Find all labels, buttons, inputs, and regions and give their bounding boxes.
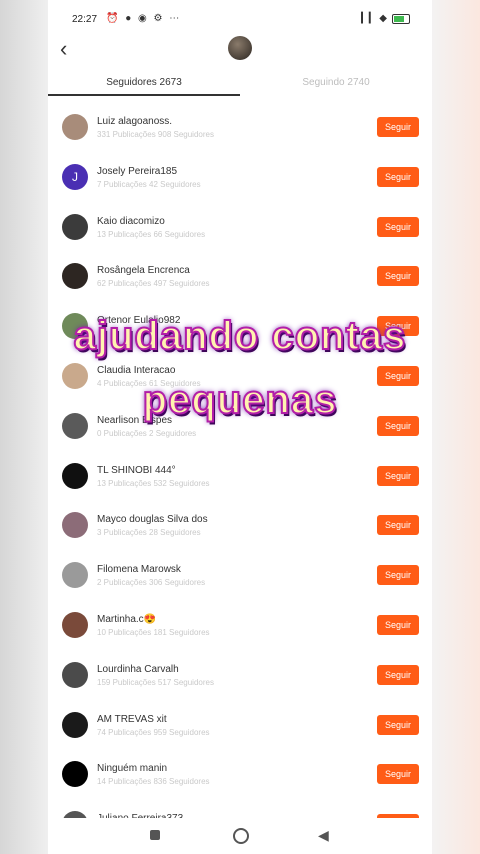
phone-screen: 22:27 ⏰ ● ◉ ⚙ ⋯ ▎▎ ◆ ‹ Seguidores 2673 S… xyxy=(48,0,432,854)
profile-avatar[interactable] xyxy=(228,36,252,60)
avatar[interactable] xyxy=(62,612,88,638)
follower-stats: 7 Publicações 42 Seguidores xyxy=(97,179,201,189)
follower-stats: 74 Publicações 959 Seguidores xyxy=(97,727,210,737)
follower-stats: 3 Publicações 28 Seguidores xyxy=(97,528,201,538)
overlay-caption-line-1: ajudando contas xyxy=(73,313,407,359)
follow-button[interactable]: Seguir xyxy=(377,216,419,237)
avatar[interactable] xyxy=(62,114,88,140)
follower-stats: 10 Publicações 181 Seguidores xyxy=(97,628,210,637)
follower-stats: 2 Publicações 306 Seguidores xyxy=(97,578,206,588)
follower-stats: 331 Publicações 908 Seguidores xyxy=(97,130,214,139)
follower-row[interactable]: Filomena Marowsk 2 Publicações 306 Seguid… xyxy=(48,548,432,598)
follow-button[interactable]: Seguir xyxy=(377,465,419,486)
follow-button[interactable]: Seguir xyxy=(377,714,419,735)
follower-name[interactable]: Martinha.c😍 xyxy=(97,614,156,625)
follower-row[interactable]: Rosângela Encrenca 62 Publicações 497 Seg… xyxy=(48,249,432,299)
avatar[interactable] xyxy=(62,562,88,589)
follower-stats: 13 Publicações 532 Seguidores xyxy=(97,478,210,488)
navigation-bar: ◀ xyxy=(48,818,432,854)
follow-button[interactable]: Seguir xyxy=(377,565,419,586)
follow-button[interactable]: Seguir xyxy=(377,266,419,287)
follow-button[interactable]: Seguir xyxy=(377,764,419,785)
avatar[interactable]: J xyxy=(62,163,88,190)
follower-row[interactable]: AM TREVAS xit 74 Publicações 959 Seguidor… xyxy=(48,698,432,748)
follower-name[interactable]: Luiz alagoanoss. xyxy=(97,116,172,127)
follow-button[interactable]: Seguir xyxy=(377,117,419,137)
follower-stats: 62 Publicações 497 Seguidores xyxy=(97,279,210,289)
avatar[interactable] xyxy=(62,711,88,738)
back-arrow-icon[interactable]: ‹ xyxy=(60,36,67,62)
header: ‹ xyxy=(48,36,432,62)
follower-row[interactable]: Luiz alagoanoss. 331 Publicações 908 Segu… xyxy=(48,100,432,150)
follower-row[interactable]: TL SHINOBI 444° 13 Publicações 532 Seguid… xyxy=(48,449,432,499)
follower-row[interactable]: Martinha.c😍 10 Publicações 181 Seguidores… xyxy=(48,598,432,648)
signal-wifi-icon: ▎▎ ◆ xyxy=(361,13,387,24)
follower-row[interactable]: Ninguém manin 14 Publicações 836 Seguidor… xyxy=(48,747,432,797)
follower-name[interactable]: Josely Pereira185 xyxy=(97,166,177,177)
tabs: Seguidores 2673 Seguindo 2740 xyxy=(48,70,432,96)
system-icons: ▎▎ ◆ xyxy=(361,13,410,24)
follow-button[interactable]: Seguir xyxy=(377,615,419,635)
follow-button[interactable]: Seguir xyxy=(377,664,419,685)
follower-name[interactable]: Ninguém manin xyxy=(97,763,167,774)
avatar[interactable] xyxy=(62,462,88,489)
follower-name[interactable]: Rosângela Encrenca xyxy=(97,265,190,276)
avatar[interactable] xyxy=(62,761,88,788)
follow-button[interactable]: Seguir xyxy=(377,515,419,536)
follower-row[interactable]: Kaio diacomizo 13 Publicações 66 Seguidor… xyxy=(48,200,432,250)
tab-followers[interactable]: Seguidores 2673 xyxy=(48,77,240,88)
recent-apps-icon[interactable] xyxy=(150,830,160,840)
follower-row[interactable]: Mayco douglas Silva dos 3 Publicações 28 … xyxy=(48,498,432,548)
follower-name[interactable]: Lourdinha Carvalh xyxy=(97,664,179,675)
follower-stats: 159 Publicações 517 Seguidores xyxy=(97,677,214,687)
follower-name[interactable]: AM TREVAS xit xyxy=(97,714,167,725)
follower-stats: 13 Publicações 66 Seguidores xyxy=(97,229,206,239)
follower-name[interactable]: TL SHINOBI 444° xyxy=(97,465,176,476)
follower-name[interactable]: Mayco douglas Silva dos xyxy=(97,514,208,525)
left-blurred-background xyxy=(0,0,48,854)
status-bar: 22:27 ⏰ ● ◉ ⚙ ⋯ ▎▎ ◆ xyxy=(48,0,432,40)
follower-stats: 0 Publicações 2 Seguidores xyxy=(97,428,197,438)
follower-name[interactable]: Filomena Marowsk xyxy=(97,564,181,575)
overlay-caption-line-2: pequenas xyxy=(142,377,338,423)
status-time: 22:27 xyxy=(72,14,98,25)
follower-stats: 14 Publicações 836 Seguidores xyxy=(97,777,210,787)
tab-following[interactable]: Seguindo 2740 xyxy=(240,77,432,88)
nav-back-icon[interactable]: ◀ xyxy=(318,827,329,844)
notification-icons: ⏰ ● ◉ ⚙ ⋯ xyxy=(106,13,182,24)
right-blurred-background xyxy=(430,0,480,854)
avatar[interactable] xyxy=(62,213,88,240)
follower-name[interactable]: Kaio diacomizo xyxy=(97,216,165,227)
avatar[interactable] xyxy=(62,661,88,688)
avatar[interactable] xyxy=(62,263,88,290)
follow-button[interactable]: Seguir xyxy=(377,166,419,187)
follower-row[interactable]: J Josely Pereira185 7 Publicações 42 Segui… xyxy=(48,150,432,200)
follower-name[interactable]: Claudia Interacao xyxy=(97,365,175,376)
home-icon[interactable] xyxy=(233,828,249,844)
avatar[interactable] xyxy=(62,512,88,539)
active-tab-indicator xyxy=(48,94,240,96)
battery-icon xyxy=(392,13,410,24)
follower-row[interactable]: Lourdinha Carvalh 159 Publicações 517 Seg… xyxy=(48,648,432,698)
